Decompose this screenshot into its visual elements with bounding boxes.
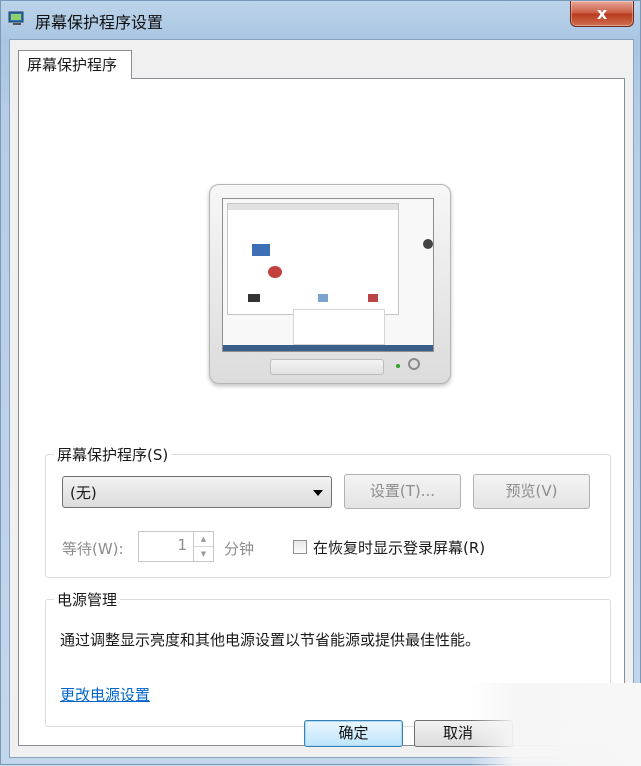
tab-page: 屏幕保护程序(S) (无) 设置(T)... 预览(V) 等待(W): 1 ▲ … xyxy=(18,78,625,746)
ok-button[interactable]: 确定 xyxy=(304,720,403,747)
screensaver-group-label: 屏幕保护程序(S) xyxy=(54,444,172,465)
monitor-screen xyxy=(222,198,434,352)
monitor-drive-slot xyxy=(270,359,384,375)
dialog-client-area: 屏幕保护程序 屏幕保护程序(S) (无) 设置(T)... 预览(V) 等待(W… xyxy=(9,39,634,758)
power-group-label: 电源管理 xyxy=(54,589,121,610)
screen-window-thumbnail-2 xyxy=(293,309,385,345)
screensaver-select[interactable]: (无) xyxy=(62,476,332,508)
settings-button[interactable]: 设置(T)... xyxy=(344,474,461,509)
tab-screensaver[interactable]: 屏幕保护程序 xyxy=(18,50,132,79)
screensaver-app-icon xyxy=(8,11,24,25)
window-title: 屏幕保护程序设置 xyxy=(35,13,164,32)
screensaver-group: 屏幕保护程序(S) (无) 设置(T)... 预览(V) 等待(W): 1 ▲ … xyxy=(45,444,611,578)
resume-logon-label[interactable]: 在恢复时显示登录屏幕(R) xyxy=(313,537,485,558)
screen-window-thumbnail xyxy=(227,203,399,315)
screensaver-selected-value: (无) xyxy=(70,484,97,502)
screen-taskbar xyxy=(223,345,433,351)
wait-minutes-input[interactable]: 1 xyxy=(138,531,194,562)
close-icon: x xyxy=(596,4,608,23)
power-button-icon xyxy=(408,358,420,370)
minutes-label: 分钟 xyxy=(224,540,255,558)
power-led-icon xyxy=(396,364,400,368)
chevron-down-icon xyxy=(313,490,323,496)
spin-up-icon[interactable]: ▲ xyxy=(194,532,213,547)
change-power-settings-link[interactable]: 更改电源设置 xyxy=(60,684,150,705)
screensaver-settings-window: 屏幕保护程序设置 x 屏幕保护程序 屏幕保护程序(S) (无) 设置(T)...… xyxy=(0,0,641,766)
blurred-corner-overlay xyxy=(471,683,641,766)
resume-logon-checkbox[interactable] xyxy=(293,540,307,554)
title-bar[interactable]: 屏幕保护程序设置 x xyxy=(1,1,640,39)
preview-button[interactable]: 预览(V) xyxy=(473,474,590,509)
power-description: 通过调整显示亮度和其他电源设置以节省能源或提供最佳性能。 xyxy=(60,631,481,649)
wait-stepper[interactable]: ▲ ▼ xyxy=(194,531,214,562)
close-button[interactable]: x xyxy=(570,1,634,27)
monitor-preview xyxy=(209,184,451,384)
spin-down-icon[interactable]: ▼ xyxy=(194,547,213,561)
wait-label: 等待(W): xyxy=(62,540,124,558)
webcam-icon xyxy=(423,239,433,249)
